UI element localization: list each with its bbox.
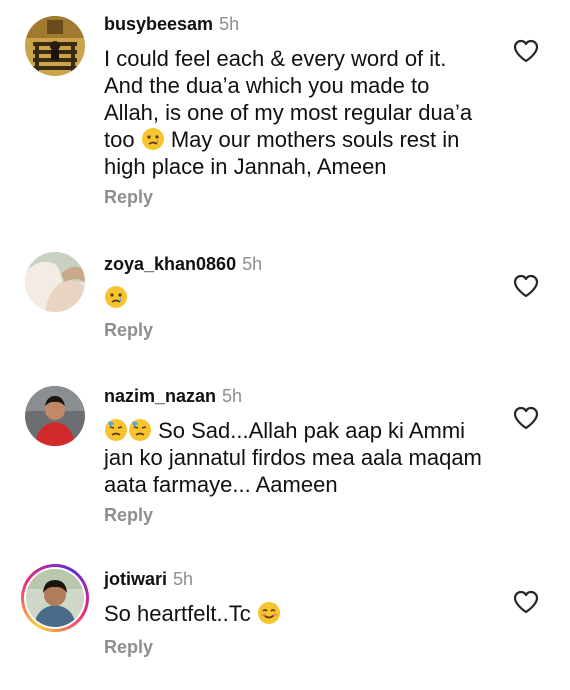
comment-text-part: So Sad...Allah pak aap ki Ammi jan ko ja…: [104, 418, 482, 497]
comment-text: I could feel each & every word of it. An…: [104, 45, 484, 180]
username[interactable]: busybeesam: [104, 14, 213, 34]
timestamp: 5h: [173, 569, 194, 589]
heart-outline-icon[interactable]: [513, 406, 539, 430]
smiling-face-icon: [257, 602, 280, 624]
timestamp: 5h: [219, 14, 240, 34]
reply-button[interactable]: Reply: [104, 637, 153, 658]
timestamp: 5h: [222, 386, 243, 406]
timestamp: 5h: [242, 254, 263, 274]
username[interactable]: zoya_khan0860: [104, 254, 236, 274]
avatar-image: [26, 569, 84, 627]
username[interactable]: nazim_nazan: [104, 386, 216, 406]
heart-outline-icon[interactable]: [513, 590, 539, 614]
downcast-sweat-face-icon: [129, 419, 151, 441]
comment-text: [104, 284, 484, 311]
reply-button[interactable]: Reply: [104, 320, 153, 341]
heart-outline-icon[interactable]: [513, 39, 539, 63]
avatar[interactable]: [25, 16, 85, 76]
avatar-story-ring: [24, 567, 86, 629]
comment-text: So Sad...Allah pak aap ki Ammi jan ko ja…: [104, 417, 484, 498]
comment-meta: jotiwari 5h: [104, 568, 193, 590]
avatar[interactable]: [21, 564, 89, 632]
reply-button[interactable]: Reply: [104, 505, 153, 526]
comment-meta: busybeesam 5h: [104, 13, 239, 35]
comment-text: So heartfelt..Tc: [104, 600, 484, 627]
comment-meta: nazim_nazan 5h: [104, 385, 242, 407]
reply-button[interactable]: Reply: [104, 187, 153, 208]
crying-face-icon: [141, 128, 164, 150]
downcast-sweat-face-icon: [105, 419, 127, 441]
comments-list: busybeesam 5h I could feel each & every w…: [0, 0, 570, 690]
heart-outline-icon[interactable]: [513, 274, 539, 298]
crying-face-icon: [105, 286, 127, 308]
avatar[interactable]: [25, 386, 85, 446]
comment-meta: zoya_khan0860 5h: [104, 253, 262, 275]
comment-text-part: So heartfelt..Tc: [104, 601, 257, 626]
avatar[interactable]: [25, 252, 85, 312]
username[interactable]: jotiwari: [104, 569, 167, 589]
